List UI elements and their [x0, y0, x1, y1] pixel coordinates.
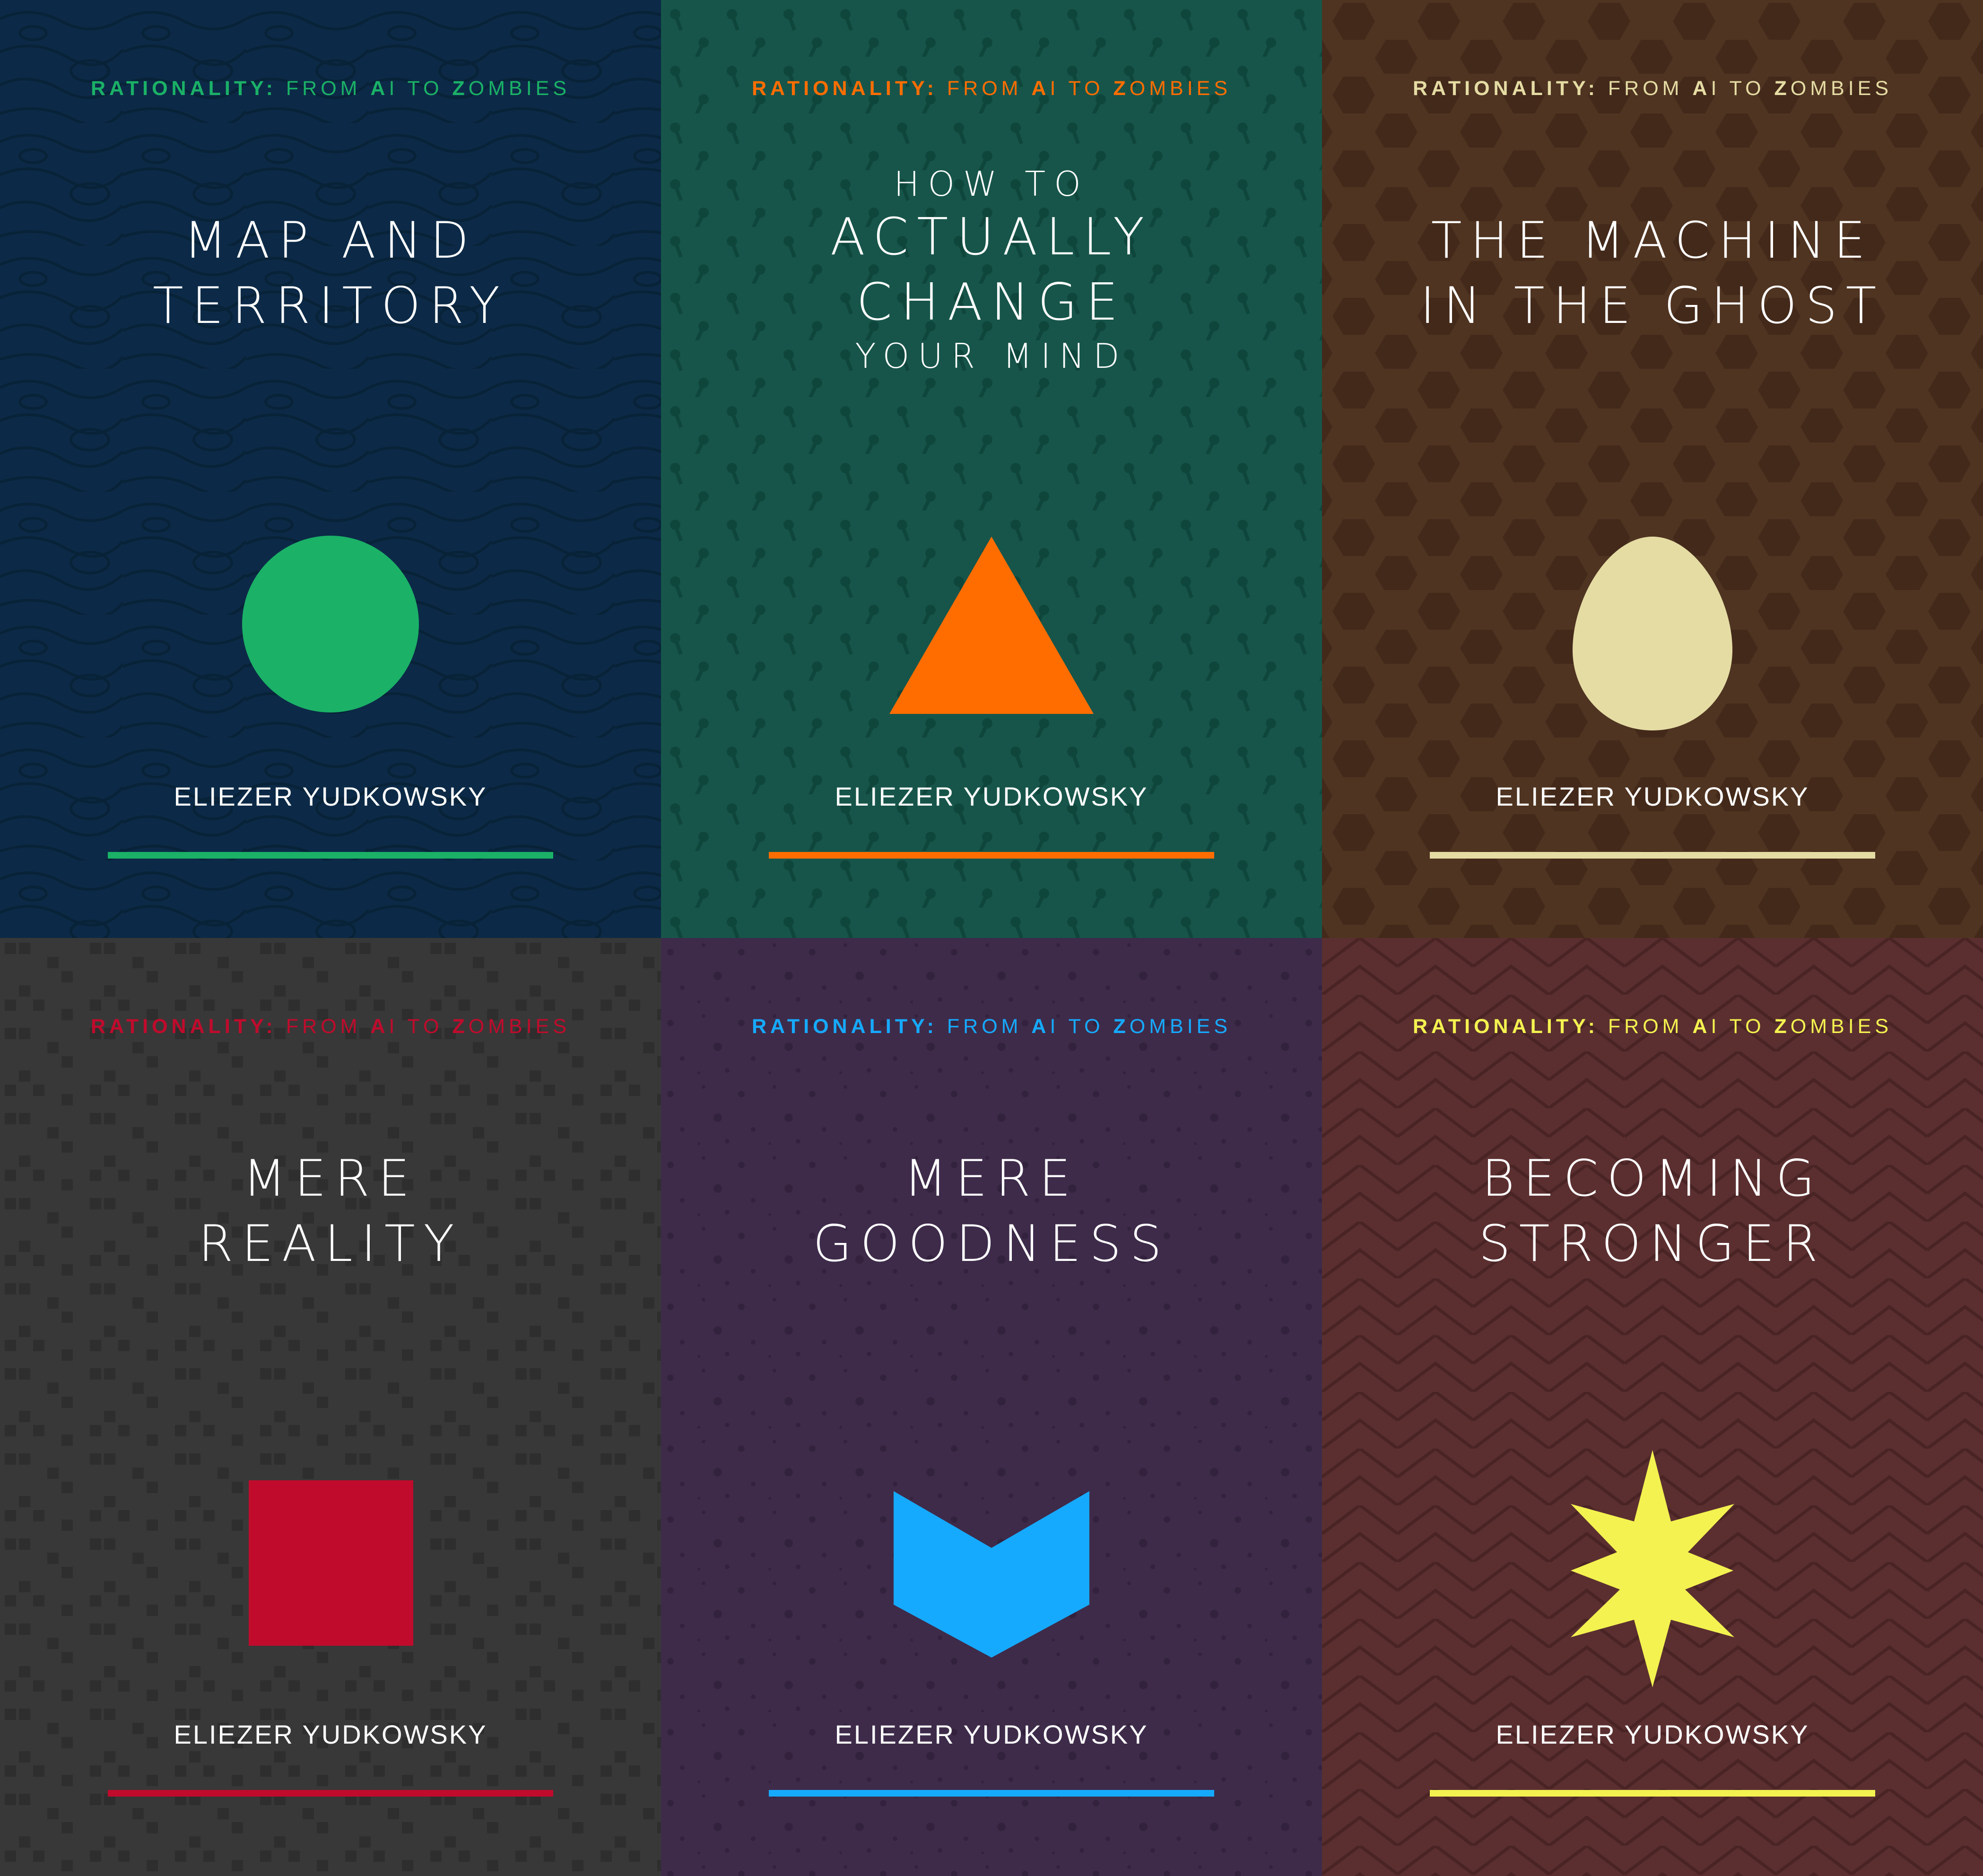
author-name: ELIEZER YUDKOWSKY: [174, 1720, 487, 1749]
book-cover: RATIONALITY: FROM AI TO ZOMBIES MERE GOODN…: [661, 938, 1322, 1876]
accent-rule: [1430, 1790, 1875, 1797]
triangle-emblem: [889, 537, 1094, 714]
book-cover: RATIONALITY: FROM AI TO ZOMBIES HOW TO ACT…: [661, 0, 1322, 938]
circle-emblem: [242, 536, 419, 712]
accent-rule: [769, 1790, 1214, 1797]
book-cover: RATIONALITY: FROM AI TO ZOMBIES THE MACHI…: [1322, 0, 1983, 938]
square-emblem: [249, 1480, 413, 1646]
author-name: ELIEZER YUDKOWSKY: [1496, 782, 1809, 811]
accent-rule: [769, 852, 1214, 859]
egg-emblem: [1573, 537, 1732, 730]
book-cover: RATIONALITY: FROM AI TO ZOMBIES MAP AND TE…: [0, 0, 661, 938]
star-emblem: [1571, 1450, 1734, 1687]
author-name: ELIEZER YUDKOWSKY: [1496, 1720, 1809, 1749]
author-name: ELIEZER YUDKOWSKY: [835, 782, 1148, 811]
author-name: ELIEZER YUDKOWSKY: [174, 782, 487, 811]
chevron-emblem: [894, 1491, 1089, 1658]
book-cover: RATIONALITY: FROM AI TO ZOMBIES BECOMING S…: [1322, 938, 1983, 1876]
accent-rule: [1430, 852, 1875, 859]
accent-rule: [108, 852, 553, 859]
book-cover-grid: RATIONALITY: FROM AI TO ZOMBIES MAP AND TE…: [0, 0, 1983, 1876]
book-cover: RATIONALITY: FROM AI TO ZOMBIES MERE REALI…: [0, 938, 661, 1876]
accent-rule: [108, 1790, 553, 1797]
author-name: ELIEZER YUDKOWSKY: [835, 1720, 1148, 1749]
